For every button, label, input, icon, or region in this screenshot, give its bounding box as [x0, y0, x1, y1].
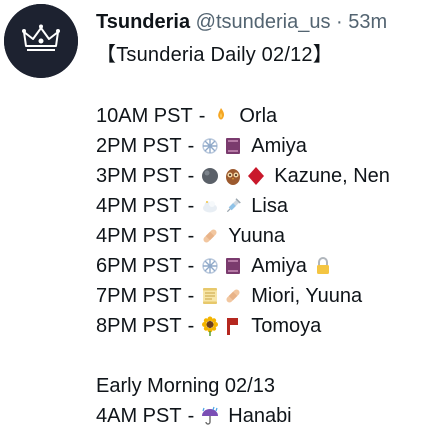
schedule-row: 4AM PST - Hanabi	[96, 401, 292, 431]
early-morning-section: Early Morning 02/13 4AM PST - Hanabi	[96, 371, 292, 431]
streamer-names: Miori, Yuuna	[251, 285, 363, 307]
schedule-row: 8PM PST - Tomoya	[96, 311, 390, 341]
tweet: Tsunderia @tsunderia_us · 53m 【Tsunderia…	[0, 0, 442, 433]
streamer-names: Lisa	[251, 195, 288, 217]
avatar[interactable]	[4, 4, 78, 78]
schedule-separator: -	[187, 225, 195, 247]
schedule-row: 3PM PST - Kazune, Nen	[96, 161, 390, 191]
snowflake-icon	[200, 256, 220, 276]
schedule-separator: -	[187, 405, 195, 427]
crown-logo-icon	[4, 4, 78, 78]
book-icon	[223, 136, 243, 156]
streamer-names: Tomoya	[251, 315, 322, 337]
candle-flame-icon	[211, 106, 231, 126]
schedule-row: 2PM PST - Amiya	[96, 131, 390, 161]
dark-orb-icon	[200, 166, 220, 186]
schedule-time: 10AM PST	[96, 105, 193, 127]
schedule-time: 4PM PST	[96, 195, 182, 217]
schedule-time: 7PM PST	[96, 285, 182, 307]
schedule-time: 6PM PST	[96, 255, 182, 277]
schedule-separator: -	[187, 315, 195, 337]
separator-dot: ·	[336, 11, 343, 33]
schedule-time: 4PM PST	[96, 225, 182, 247]
streamer-names: Orla	[239, 105, 278, 127]
sunflower-icon	[200, 316, 220, 336]
tweet-header: Tsunderia @tsunderia_us · 53m	[96, 10, 387, 34]
schedule-separator: -	[187, 255, 195, 277]
schedule-row: 10AM PST - Orla	[96, 101, 390, 131]
streamer-names: Hanabi	[228, 405, 292, 427]
section-heading: Early Morning 02/13	[96, 375, 275, 397]
schedule-time: 3PM PST	[96, 165, 182, 187]
lock-icon	[313, 256, 333, 276]
schedule-separator: -	[198, 105, 206, 127]
streamer-names: Amiya	[251, 135, 307, 157]
streamer-names: Yuuna	[228, 225, 285, 247]
schedule-separator: -	[187, 165, 195, 187]
scroll-icon	[200, 286, 220, 306]
syringe-icon	[223, 196, 243, 216]
cloud-icon	[200, 196, 220, 216]
schedule-list: 10AM PST - Orla 2PM PST - Amiya 3PM PST - Kazune…	[96, 101, 390, 341]
timestamp[interactable]: 53m	[348, 11, 387, 33]
bandage-icon	[223, 286, 243, 306]
post-title: 【Tsunderia Daily 02/12】	[96, 44, 333, 66]
schedule-time: 2PM PST	[96, 135, 182, 157]
schedule-time: 4AM PST	[96, 405, 182, 427]
red-flag-icon	[223, 316, 243, 336]
schedule-row: 7PM PST - Miori, Yuuna	[96, 281, 390, 311]
schedule-separator: -	[187, 135, 195, 157]
book-icon	[223, 256, 243, 276]
snowflake-icon	[200, 136, 220, 156]
schedule-row: 4PM PST - Yuuna	[96, 221, 390, 251]
owl-icon	[223, 166, 243, 186]
schedule-separator: -	[187, 195, 195, 217]
schedule-row: 6PM PST - Amiya	[96, 251, 390, 281]
display-name[interactable]: Tsunderia	[96, 11, 190, 33]
streamer-names: Kazune, Nen	[274, 165, 390, 187]
schedule-row: 4PM PST - Lisa	[96, 191, 390, 221]
streamer-names: Amiya	[251, 255, 307, 277]
schedule-time: 8PM PST	[96, 315, 182, 337]
user-handle[interactable]: @tsunderia_us	[196, 11, 331, 33]
red-diamond-icon	[246, 166, 266, 186]
schedule-separator: -	[187, 285, 195, 307]
bandage-icon	[200, 226, 220, 246]
umbrella-rain-icon	[200, 406, 220, 426]
